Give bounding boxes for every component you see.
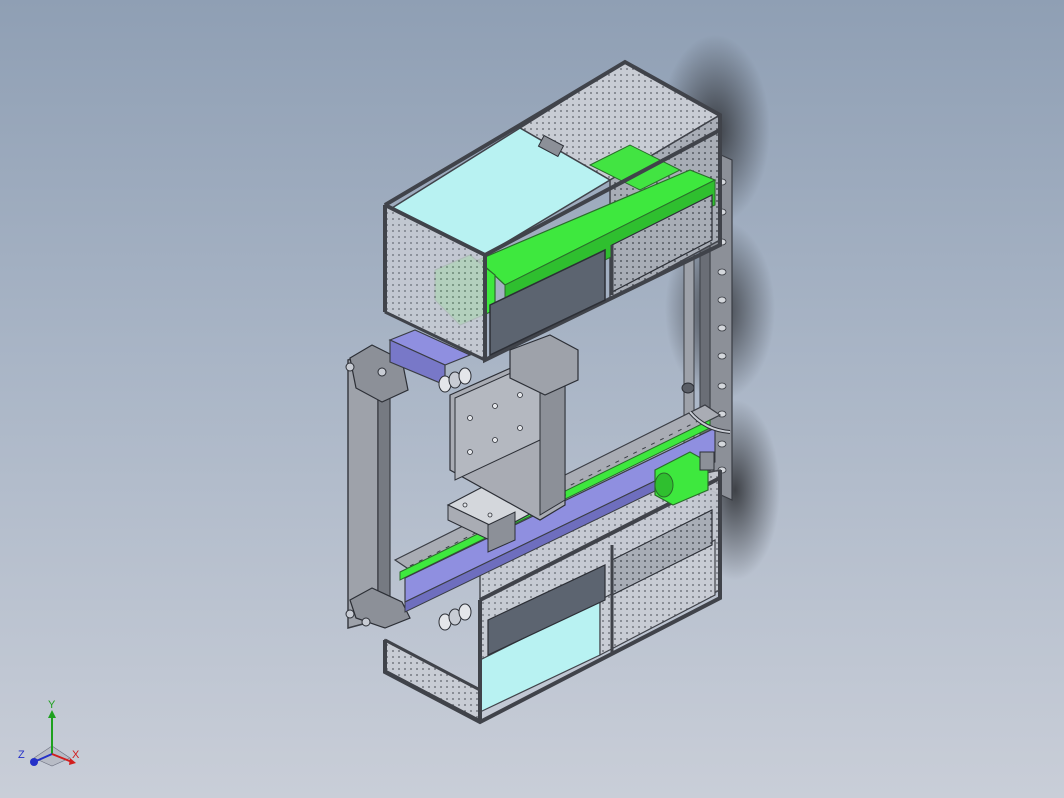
y-axis-label: Y (48, 699, 56, 711)
cad-viewport[interactable]: Y Z X (0, 0, 1064, 798)
coordinate-triad[interactable]: Y Z X (14, 700, 94, 780)
triad-axes-icon (30, 710, 76, 767)
x-axis-label: X (72, 749, 80, 761)
assembly-model[interactable] (0, 0, 1064, 798)
lower-cylinder (438, 603, 472, 631)
left-vertical-beam[interactable] (345, 344, 411, 629)
z-axis-label: Z (18, 749, 25, 761)
